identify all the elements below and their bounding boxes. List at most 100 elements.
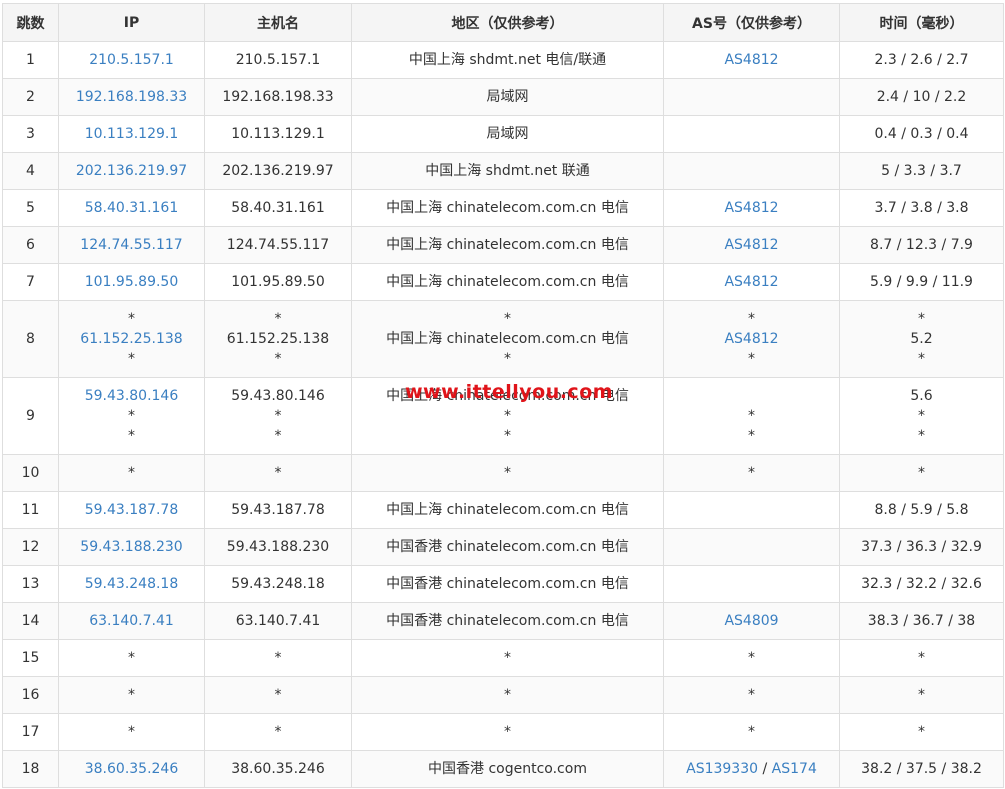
time-cell: 38.3 / 36.7 / 38: [839, 602, 1004, 640]
as-line: *: [664, 648, 839, 668]
ip-address-link[interactable]: 63.140.7.41: [59, 611, 204, 631]
as-cell: [663, 115, 840, 153]
as-number-link[interactable]: AS4812: [724, 200, 778, 216]
as-number-link[interactable]: AS4812: [724, 237, 778, 253]
latency-text: *: [918, 311, 925, 327]
as-number-link[interactable]: AS174: [772, 761, 817, 777]
hostname-text: 202.136.219.97: [222, 163, 334, 179]
table-row: 17 * * * * *: [2, 713, 1004, 751]
hop-number: 10: [21, 465, 40, 481]
region-cell: *: [351, 639, 664, 677]
region-cell: 中国上海 shdmt.net 电信/联通: [351, 41, 664, 79]
hostname-cell: 101.95.89.50: [204, 263, 352, 301]
hop-cell: 3: [2, 115, 59, 153]
as-number-link[interactable]: AS4812: [724, 52, 778, 68]
ip-cell: 192.168.198.33: [58, 78, 205, 116]
time-cell: *: [839, 713, 1004, 751]
region-text: *: [504, 687, 511, 703]
table-row: 3 10.113.129.1 10.113.129.1 局域网 0.4 / 0.3 /…: [2, 115, 1004, 153]
as-cell: AS139330 / AS174: [663, 750, 840, 788]
hop-cell: 4: [2, 152, 59, 190]
as-cell: * *: [663, 377, 840, 455]
time-cell: * 5.2 *: [839, 300, 1004, 378]
as-number-link[interactable]: AS4812: [724, 331, 778, 347]
ip-address-text: *: [128, 311, 135, 327]
region-text: 中国上海 shdmt.net 联通: [425, 163, 590, 179]
region-text: *: [504, 408, 511, 424]
ip-address-text: *: [128, 408, 135, 424]
ip-address-link[interactable]: 59.43.187.78: [59, 500, 204, 520]
hop-number: 15: [21, 650, 40, 666]
hop-cell: 14: [2, 602, 59, 640]
hostname-text: 10.113.129.1: [231, 126, 325, 142]
table-row: 12 59.43.188.230 59.43.188.230 中国香港 chinate…: [2, 528, 1004, 566]
region-cell: 中国上海 chinatelecom.com.cn 电信: [351, 263, 664, 301]
time-cell: *: [839, 676, 1004, 714]
latency-text: 2.3 / 2.6 / 2.7: [874, 52, 969, 68]
as-line: *: [664, 685, 839, 705]
ip-address-link[interactable]: 38.60.35.246: [59, 759, 204, 779]
ip-address-link[interactable]: 124.74.55.117: [59, 235, 204, 255]
ip-address-link[interactable]: 210.5.157.1: [59, 50, 204, 70]
ip-address-link[interactable]: 192.168.198.33: [59, 87, 204, 107]
hostname-cell: 63.140.7.41: [204, 602, 352, 640]
as-cell: *: [663, 639, 840, 677]
hostname-text: 58.40.31.161: [231, 200, 325, 216]
region-text: 中国上海 chinatelecom.com.cn 电信: [386, 237, 629, 253]
region-text: *: [504, 724, 511, 740]
time-cell: 38.2 / 37.5 / 38.2: [839, 750, 1004, 788]
region-cell: 中国上海 chinatelecom.com.cn 电信: [351, 189, 664, 227]
latency-text: *: [918, 428, 925, 444]
hostname-cell: 58.40.31.161: [204, 189, 352, 227]
table-row: 16 * * * * *: [2, 676, 1004, 714]
hostname-text: 59.43.187.78: [231, 502, 325, 518]
ip-address-link[interactable]: 58.40.31.161: [59, 198, 204, 218]
hop-number: 13: [21, 576, 40, 592]
as-line: *: [664, 722, 839, 742]
ip-address-text: *: [128, 724, 135, 740]
hostname-text: *: [274, 465, 282, 481]
hop-cell: 5: [2, 189, 59, 227]
region-text: 中国香港 cogentco.com: [428, 761, 587, 777]
hop-number: 11: [21, 502, 40, 518]
as-line: AS139330 / AS174: [664, 759, 839, 779]
hostname-cell: 192.168.198.33: [204, 78, 352, 116]
time-cell: 5.9 / 9.9 / 11.9: [839, 263, 1004, 301]
ip-cell: 59.43.188.230: [58, 528, 205, 566]
hop-number: 18: [21, 761, 40, 777]
as-number-link[interactable]: AS4812: [724, 274, 778, 290]
hostname-cell: *: [204, 713, 352, 751]
ip-address-link[interactable]: 59.43.188.230: [59, 537, 204, 557]
ip-address-link[interactable]: 101.95.89.50: [59, 272, 204, 292]
time-cell: 8.8 / 5.9 / 5.8: [839, 491, 1004, 529]
header-region: 地区（仅供参考）: [351, 3, 664, 42]
ip-cell: 63.140.7.41: [58, 602, 205, 640]
header-as-number: AS号（仅供参考）: [663, 3, 840, 42]
ip-cell: * 61.152.25.138 *: [58, 300, 205, 378]
latency-text: 5 / 3.3 / 3.7: [881, 163, 962, 179]
hostname-text: 101.95.89.50: [231, 274, 325, 290]
ip-address-link[interactable]: 202.136.219.97: [59, 161, 204, 181]
as-cell: [663, 491, 840, 529]
header-hostname: 主机名: [204, 3, 352, 42]
latency-text: *: [918, 724, 925, 740]
ip-address-link[interactable]: 10.113.129.1: [59, 124, 204, 144]
ip-address-link[interactable]: 59.43.248.18: [59, 574, 204, 594]
ip-address-link[interactable]: 59.43.80.146: [59, 386, 204, 406]
latency-text: *: [918, 650, 925, 666]
ip-address-link[interactable]: 61.152.25.138: [59, 329, 204, 349]
traceroute-table: 跳数 IP 主机名 地区（仅供参考） AS号（仅供参考） 时间（毫秒） 1 210…: [2, 3, 1004, 788]
region-cell: * 中国上海 chinatelecom.com.cn 电信 *: [351, 300, 664, 378]
as-cell: AS4812: [663, 263, 840, 301]
hop-number: 12: [21, 539, 40, 555]
as-number-text: *: [748, 650, 755, 666]
as-cell: [663, 565, 840, 603]
hop-cell: 8: [2, 300, 59, 378]
hostname-cell: *: [204, 676, 352, 714]
hostname-text: *: [274, 687, 282, 703]
as-number-link[interactable]: AS139330: [686, 761, 758, 777]
hostname-cell: * 61.152.25.138 *: [204, 300, 352, 378]
as-number-link[interactable]: AS4809: [724, 613, 778, 629]
hop-cell: 11: [2, 491, 59, 529]
latency-text: 38.2 / 37.5 / 38.2: [861, 761, 982, 777]
